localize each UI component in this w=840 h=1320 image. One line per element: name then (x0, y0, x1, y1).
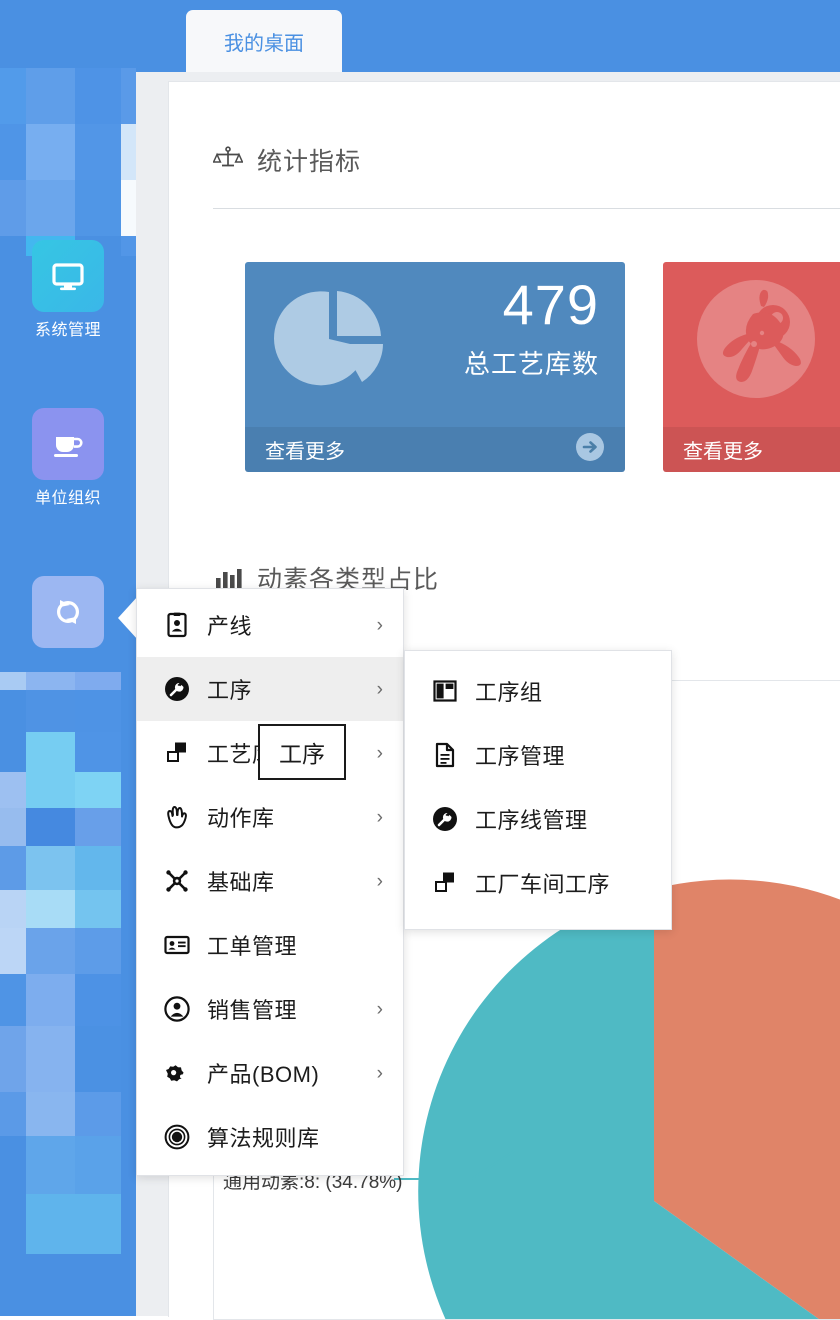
sidebar-item-process-library[interactable] (0, 576, 136, 648)
chevron-right-icon: › (376, 614, 383, 636)
sidebar-redacted-top (0, 68, 136, 256)
chevron-right-icon: › (376, 806, 383, 828)
gears-icon (163, 1059, 191, 1087)
document-icon (431, 741, 459, 769)
submenu-item-label: 工序管理 (475, 744, 566, 769)
tab-my-desktop[interactable]: 我的桌面 (186, 10, 342, 72)
stat-card-footer[interactable]: 查看更多 (245, 427, 625, 472)
tooltip-process: 工序 (258, 724, 346, 780)
layers-icon (431, 869, 459, 897)
stat-card-footer[interactable]: 查看更多 (663, 427, 840, 472)
chevron-right-icon: › (376, 742, 383, 764)
submenu-item-process-line-management[interactable]: 工序线管理 (405, 787, 671, 851)
chevron-right-icon: › (376, 678, 383, 700)
tab-bar: 我的桌面 (136, 0, 840, 72)
chevron-right-icon: › (376, 998, 383, 1020)
menu-item-label: 工序 (207, 678, 253, 703)
target-dot-icon (163, 1123, 191, 1151)
submenu-item-process-group[interactable]: 工序组 (405, 659, 671, 723)
badge-icon (163, 931, 191, 959)
menu-item-label: 基础库 (207, 870, 275, 895)
section-divider (213, 208, 840, 209)
submenu-item-label: 工厂车间工序 (475, 872, 611, 897)
stat-caption: 总工艺库数 (463, 349, 599, 379)
stat-card-secondary[interactable]: 查看更多 (663, 262, 840, 472)
menu-item-label: 产品(BOM) (207, 1062, 320, 1087)
context-menu-primary: 产线 › 工序 › 工艺库 › 动作库 › 基础库 › 工单管理 销售管理 › … (136, 588, 404, 1176)
chevron-right-icon: › (376, 870, 383, 892)
tab-label: 我的桌面 (224, 32, 304, 55)
chevron-right-icon: › (376, 1062, 383, 1084)
process-loop-icon (32, 576, 104, 648)
tooltip-text: 工序 (279, 741, 325, 767)
sidebar-item-label: 单位组织 (34, 490, 101, 507)
menu-item-algorithm-rule-library[interactable]: 算法规则库 (137, 1105, 403, 1169)
menu-item-basic-library[interactable]: 基础库 › (137, 849, 403, 913)
section-title: 统计指标 (257, 148, 362, 176)
menu-item-label: 工单管理 (207, 934, 298, 959)
wrench-circle-icon (163, 675, 191, 703)
wrench-circle-icon (431, 805, 459, 833)
panel-layout-icon (431, 677, 459, 705)
menu-item-sales-management[interactable]: 销售管理 › (137, 977, 403, 1041)
menu-item-product-bom[interactable]: 产品(BOM) › (137, 1041, 403, 1105)
sidebar-item-label: 系统管理 (34, 322, 101, 339)
sidebar-item-unit-organization[interactable]: 单位组织 (0, 408, 136, 509)
section-header-statistics: 统计指标 (169, 142, 361, 178)
id-card-icon (163, 611, 191, 639)
context-menu-secondary: 工序组 工序管理 工序线管理 工厂车间工序 (404, 650, 672, 930)
layers-icon (163, 739, 191, 767)
monitor-icon (32, 240, 104, 312)
menu-item-label: 算法规则库 (207, 1126, 320, 1151)
menu-item-action-library[interactable]: 动作库 › (137, 785, 403, 849)
cup-icon (32, 408, 104, 480)
menu-item-label: 动作库 (207, 806, 275, 831)
menu-item-label: 产线 (207, 614, 253, 639)
sidebar-item-system-management[interactable]: 系统管理 (0, 240, 136, 341)
arrow-right-circle-icon[interactable] (575, 432, 605, 468)
view-more-label: 查看更多 (683, 441, 763, 463)
hand-icon (163, 803, 191, 831)
submenu-item-process-management[interactable]: 工序管理 (405, 723, 671, 787)
menu-pointer-caret (118, 596, 138, 640)
submenu-item-factory-workshop-process[interactable]: 工厂车间工序 (405, 851, 671, 915)
astronaut-icon (691, 276, 821, 411)
atom-icon (163, 867, 191, 895)
view-more-label: 查看更多 (265, 441, 345, 463)
pie-chart-icon (267, 274, 397, 409)
submenu-item-label: 工序线管理 (475, 808, 588, 833)
sidebar-redacted-bottom (0, 672, 136, 1254)
balance-scale-icon (212, 145, 244, 175)
sidebar: 系统管理 单位组织 (0, 0, 136, 1316)
stat-card-total-process-library[interactable]: 479 总工艺库数 查看更多 (245, 262, 625, 472)
menu-item-label: 销售管理 (207, 998, 298, 1023)
menu-item-process[interactable]: 工序 › (137, 657, 403, 721)
submenu-item-label: 工序组 (475, 680, 543, 705)
user-circle-icon (163, 995, 191, 1023)
stat-value: 479 (502, 273, 599, 336)
menu-item-production-line[interactable]: 产线 › (137, 593, 403, 657)
menu-item-work-order-management[interactable]: 工单管理 (137, 913, 403, 977)
